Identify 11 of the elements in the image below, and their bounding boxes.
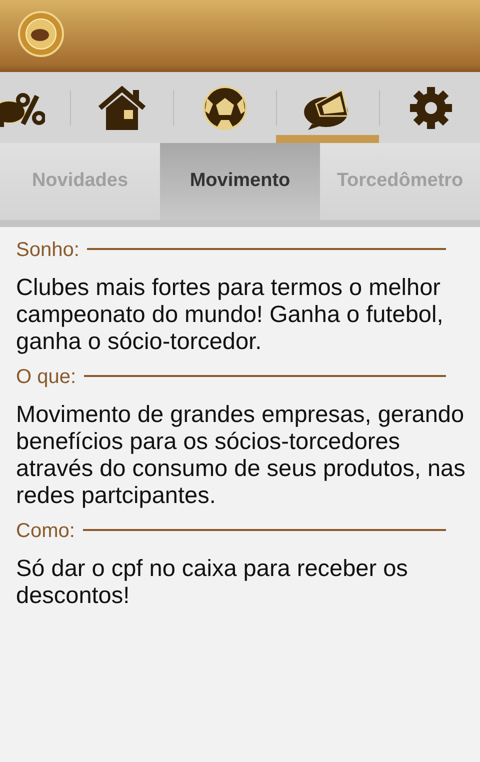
house-icon xyxy=(96,84,148,132)
tab[interactable]: Novidades xyxy=(0,143,160,220)
section-label: Como: xyxy=(16,519,75,544)
section-label: Sonho: xyxy=(16,238,80,263)
section-text: Movimento de grandes empresas, gerando benefícios para os sócios-torcedores através do consumo de seus produtos, nas redes partcipantes. xyxy=(16,401,466,509)
logo-icon xyxy=(18,11,64,57)
tab[interactable]: Torcedômetro xyxy=(320,143,480,220)
section-text: Só dar o cpf no caixa para receber os descontos! xyxy=(16,555,409,609)
section-text: Clubes mais fortes para termos o melhor campeonato do mundo! Ganha o futebol, ganha o sócio-torcedor. xyxy=(16,274,444,355)
section-label: O que: xyxy=(16,365,76,390)
tab[interactable]: Movimento xyxy=(160,143,320,220)
